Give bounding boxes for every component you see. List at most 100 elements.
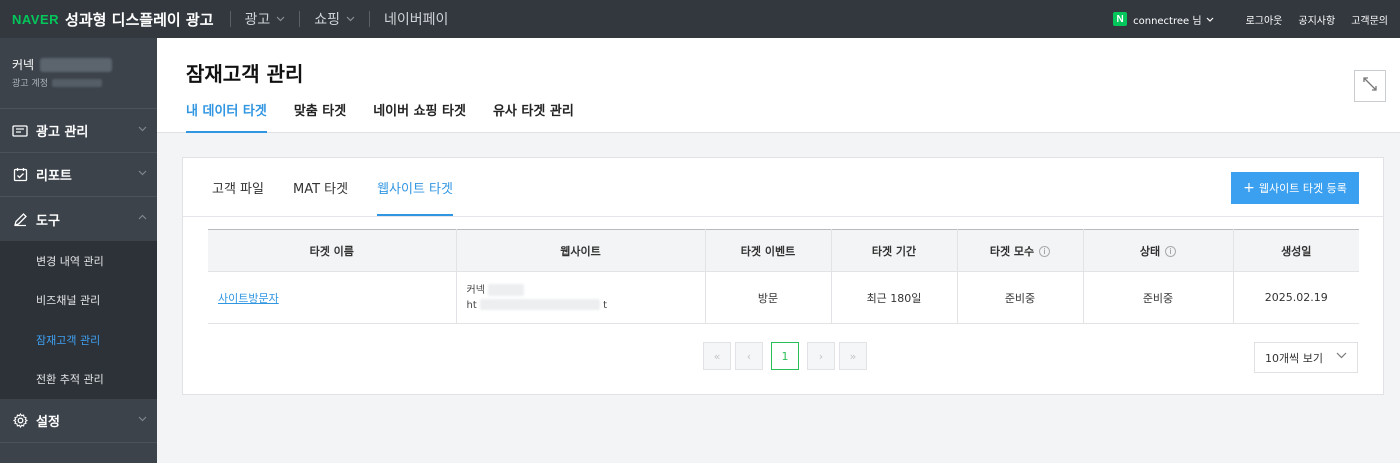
chevron-down-icon <box>138 124 147 135</box>
card-tabs: 고객 파일 MAT 타겟 웹사이트 타겟 <box>212 158 482 216</box>
next-page-button[interactable]: › <box>807 342 835 370</box>
tab-customer-file[interactable]: 고객 파일 <box>212 158 264 216</box>
report-icon <box>12 167 28 183</box>
table-row: 사이트방문자 커넥 ht t 방문 최근 180일 준비중 준비중 2025.0… <box>208 271 1359 324</box>
sidebar-item-label: 도구 <box>36 213 60 229</box>
site-name-text: 커넥 <box>466 284 485 296</box>
col-target-name: 타겟 이름 <box>208 229 457 272</box>
site-url-end: t <box>603 299 608 311</box>
page-1-button[interactable]: 1 <box>771 342 799 370</box>
cell-target-size: 준비중 <box>957 271 1084 324</box>
top-bar: NAVER 성과형 디스플레이 광고 광고 쇼핑 네이버페이 N connect… <box>0 0 1400 38</box>
tab-my-data-target[interactable]: 내 데이터 타겟 <box>186 100 267 133</box>
sidebar-item-ad-manage[interactable]: 광고 관리 <box>0 109 157 153</box>
col-website: 웹사이트 <box>456 229 706 272</box>
site-url-text: ht <box>466 299 477 311</box>
double-chevron-right-icon: » <box>849 349 857 363</box>
chevron-down-icon <box>276 14 285 25</box>
col-target-period: 타겟 기간 <box>831 229 958 272</box>
col-target-event: 타겟 이벤트 <box>705 229 832 272</box>
sidebar-subitem-audience[interactable]: 잠재고객 관리 <box>0 320 157 360</box>
redacted-block <box>488 283 525 296</box>
register-website-target-button[interactable]: + 웹사이트 타겟 등록 <box>1231 172 1359 204</box>
chevron-down-icon <box>1336 351 1347 362</box>
page-title: 잠재고객 관리 <box>186 62 304 86</box>
sidebar-subitem-conversion[interactable]: 전환 추적 관리 <box>0 360 157 400</box>
user-name: connectree 님 <box>1133 15 1202 27</box>
site-name: 커넥 <box>467 283 705 298</box>
header-label: 상태 <box>1139 244 1161 258</box>
chevron-down-icon <box>138 414 147 425</box>
cell-website: 커넥 ht t <box>456 271 706 324</box>
account-info[interactable]: 커넥 광고 계정 <box>0 38 157 109</box>
chevron-down-icon <box>1206 14 1214 25</box>
double-chevron-left-icon: « <box>713 349 721 363</box>
cell-created: 2025.02.19 <box>1233 271 1359 324</box>
tab-website-target[interactable]: 웹사이트 타겟 <box>377 158 453 216</box>
cell-target-name: 사이트방문자 <box>208 271 457 324</box>
header-label: 타겟 기간 <box>871 244 917 258</box>
logout-link[interactable]: 로그아웃 <box>1246 12 1283 27</box>
sidebar-subitem-bizchannel[interactable]: 비즈채널 관리 <box>0 281 157 321</box>
top-menu: 광고 쇼핑 네이버페이 <box>239 0 455 38</box>
chevron-right-icon: › <box>818 349 824 363</box>
chevron-down-icon <box>346 14 355 25</box>
notice-link[interactable]: 공지사항 <box>1298 12 1335 27</box>
brand[interactable]: NAVER 성과형 디스플레이 광고 <box>0 0 222 38</box>
prev-page-button[interactable]: ‹ <box>735 342 763 370</box>
col-target-size: 타겟 모수 i <box>957 229 1084 272</box>
chevron-left-icon: ‹ <box>746 349 752 363</box>
redacted-block <box>40 57 113 72</box>
cell-target-period: 최근 180일 <box>831 271 958 324</box>
product-title[interactable]: 성과형 디스플레이 광고 <box>65 9 213 30</box>
tools-submenu: 변경 내역 관리 비즈채널 관리 잠재고객 관리 전환 추적 관리 <box>0 241 157 399</box>
sidebar-subitem-change-history[interactable]: 변경 내역 관리 <box>0 241 157 281</box>
main-header: 잠재고객 관리 내 데이터 타겟 맞춤 타겟 네이버 쇼핑 타겟 유사 타겟 관… <box>157 38 1400 133</box>
register-button-label: 웹사이트 타겟 등록 <box>1258 182 1347 195</box>
website-target-table: 타겟 이름 웹사이트 타겟 이벤트 타겟 기간 타겟 모수 i 상태 i 생성일 사… <box>208 229 1359 324</box>
chevron-up-icon <box>138 212 147 223</box>
divider <box>369 11 371 27</box>
tab-custom-target[interactable]: 맞춤 타겟 <box>294 100 346 133</box>
header-label: 타겟 모수 <box>989 244 1035 258</box>
sidebar-item-tools[interactable]: 도구 <box>0 197 157 241</box>
tab-naver-shopping-target[interactable]: 네이버 쇼핑 타겟 <box>373 100 466 133</box>
divider <box>183 216 1383 217</box>
page-size-select[interactable]: 10개씩 보기 <box>1254 342 1358 373</box>
main-tabs: 내 데이터 타겟 맞춤 타겟 네이버 쇼핑 타겟 유사 타겟 관리 <box>186 100 601 133</box>
sidebar-item-settings[interactable]: 설정 <box>0 399 157 443</box>
target-name-link[interactable]: 사이트방문자 <box>218 292 279 305</box>
site-url: ht t <box>467 298 705 313</box>
info-icon[interactable]: i <box>1165 246 1177 257</box>
naver-n-icon: N <box>1113 12 1128 26</box>
gear-icon <box>12 413 28 429</box>
account-name-text: 커넥 <box>12 58 35 72</box>
top-menu-shopping[interactable]: 쇼핑 <box>308 0 361 38</box>
naver-logo[interactable]: NAVER <box>12 12 59 27</box>
last-page-button[interactable]: » <box>839 342 867 370</box>
tab-mat-target[interactable]: MAT 타겟 <box>293 158 348 216</box>
content-card: 고객 파일 MAT 타겟 웹사이트 타겟 + 웹사이트 타겟 등록 타겟 이름 … <box>182 157 1384 395</box>
sidebar-item-report[interactable]: 리포트 <box>0 153 157 197</box>
account-name: 커넥 <box>12 56 157 73</box>
pagination: « ‹ 1 › » <box>703 342 871 370</box>
sidebar-item-label: 광고 관리 <box>36 125 89 140</box>
support-link[interactable]: 고객문의 <box>1351 12 1388 27</box>
account-sub-text: 광고 계정 <box>12 79 48 89</box>
col-status: 상태 i <box>1083 229 1234 272</box>
top-menu-ads[interactable]: 광고 <box>239 0 292 38</box>
expand-icon <box>1362 76 1378 96</box>
cell-status: 준비중 <box>1083 271 1234 324</box>
page-number: 1 <box>781 349 789 363</box>
account-sub: 광고 계정 <box>12 76 157 89</box>
redacted-block <box>51 78 102 87</box>
info-icon[interactable]: i <box>1039 246 1051 257</box>
col-created: 생성일 <box>1233 229 1359 272</box>
expand-button[interactable] <box>1354 70 1386 102</box>
tab-lookalike-target[interactable]: 유사 타겟 관리 <box>493 100 574 133</box>
user-menu[interactable]: N connectree 님 <box>1113 12 1213 27</box>
top-menu-label: 쇼핑 <box>314 12 341 28</box>
redacted-block <box>479 299 600 310</box>
top-menu-naverpay[interactable]: 네이버페이 <box>378 0 454 38</box>
first-page-button[interactable]: « <box>703 342 731 370</box>
